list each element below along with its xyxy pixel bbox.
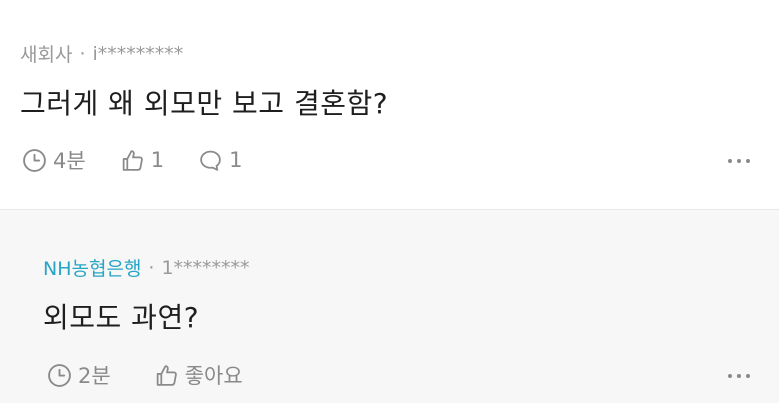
comment-time-text: 4분 [53, 149, 86, 173]
clock-icon [23, 148, 46, 172]
comment-author[interactable]: 새회사 [20, 40, 72, 67]
reply-like-button[interactable]: 좋아요 [154, 360, 243, 390]
reply-like-label: 좋아요 [184, 364, 243, 388]
thumbs-up-icon [122, 149, 143, 171]
clock-icon [48, 363, 71, 387]
reply-comment: NH농협은행 · 1******** 외모도 과연? 2분 좋아요 [0, 210, 779, 403]
reply-actions: 2분 좋아요 [47, 360, 277, 390]
comment-more-button[interactable] [725, 152, 753, 170]
like-count: 1 [150, 148, 165, 172]
reply-user-id: 1******** [161, 256, 250, 279]
more-horizontal-icon [728, 374, 750, 378]
comment-body: 그러게 왜 외모만 보고 결혼함? [20, 87, 389, 120]
comment-meta: 새회사 · i********* [20, 40, 183, 67]
reply-time: 2분 [47, 360, 111, 390]
comment-user-id: i********* [92, 42, 184, 65]
reply-time-text: 2분 [78, 364, 111, 388]
reply-count: 1 [229, 148, 243, 172]
like-button[interactable]: 1 [120, 148, 164, 173]
reply-more-button[interactable] [725, 367, 753, 385]
reply-body: 외모도 과연? [43, 301, 200, 334]
comment: 새회사 · i********* 그러게 왜 외모만 보고 결혼함? 4분 1 … [0, 0, 779, 209]
reply-meta: NH농협은행 · 1******** [43, 254, 250, 281]
reply-button[interactable]: 1 [198, 148, 242, 173]
thumbs-up-icon [156, 364, 177, 386]
reply-author[interactable]: NH농협은행 [43, 254, 141, 281]
comment-actions: 4분 1 1 [22, 145, 276, 175]
meta-separator: · [79, 42, 86, 65]
meta-separator: · [148, 256, 155, 279]
chat-bubble-icon [200, 150, 221, 171]
comment-time: 4분 [22, 145, 86, 175]
more-horizontal-icon [728, 159, 750, 163]
